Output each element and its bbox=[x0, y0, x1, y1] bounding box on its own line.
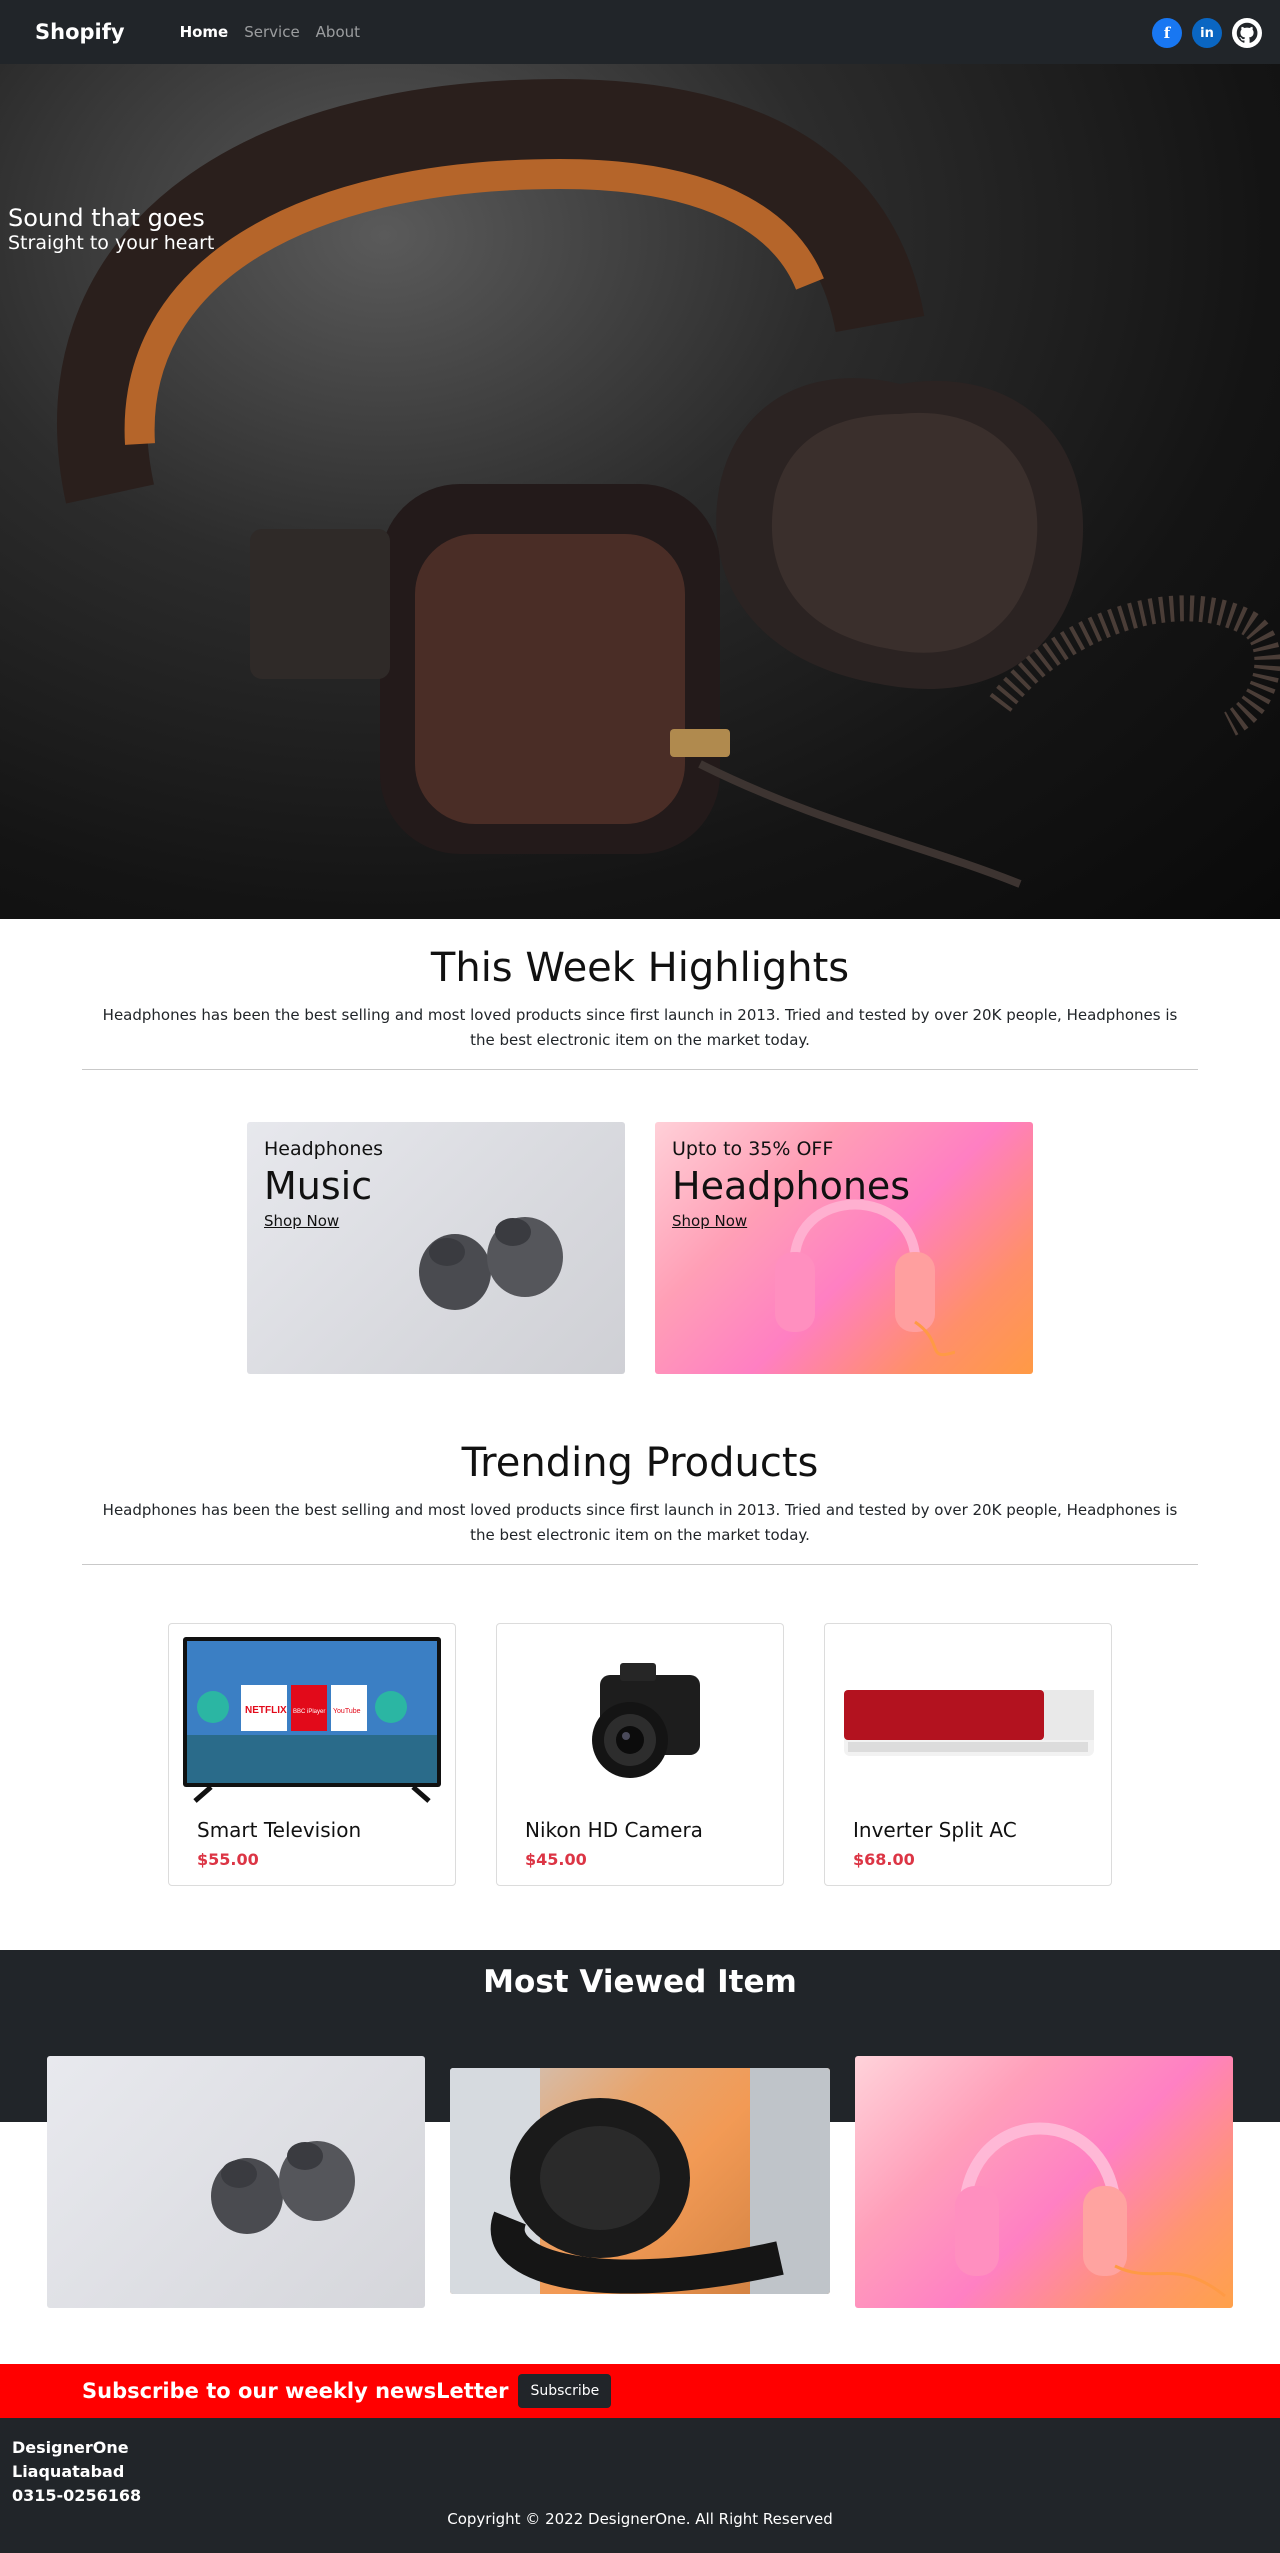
hero-banner: Sound that goes Straight to your heart bbox=[0, 64, 1280, 919]
trending-section: Trending Products Headphones has been th… bbox=[0, 1414, 1280, 1886]
tv-app-bbc: BBC iPlayer bbox=[293, 1709, 325, 1715]
github-icon[interactable] bbox=[1232, 18, 1262, 48]
social-links: f in bbox=[1152, 18, 1262, 48]
pink-headphones-image bbox=[955, 2122, 1226, 2298]
facebook-icon[interactable]: f bbox=[1152, 18, 1182, 48]
highlights-description: Headphones has been the best selling and… bbox=[102, 1006, 1178, 1049]
product-card[interactable]: Inverter Split AC $68.00 bbox=[824, 1623, 1112, 1886]
air-conditioner-image bbox=[837, 1636, 1099, 1804]
product-price: $45.00 bbox=[525, 1850, 587, 1869]
highlight-big-text: Headphones bbox=[672, 1164, 911, 1208]
linkedin-icon[interactable]: in bbox=[1192, 18, 1222, 48]
nav-link-service[interactable]: Service bbox=[244, 23, 299, 41]
hero-subtitle: Straight to your heart bbox=[8, 232, 215, 254]
nav-link-home[interactable]: Home bbox=[180, 23, 229, 41]
brand-logo[interactable]: Shopify bbox=[35, 20, 125, 44]
hero-text: Sound that goes Straight to your heart bbox=[8, 204, 214, 254]
shop-now-link[interactable]: Shop Now bbox=[264, 1212, 339, 1230]
product-price: $55.00 bbox=[197, 1850, 259, 1869]
trending-title: Trending Products bbox=[461, 1440, 819, 1486]
footer-company: DesignerOne bbox=[12, 2438, 129, 2457]
product-name: Nikon HD Camera bbox=[525, 1818, 703, 1842]
headphones-image bbox=[57, 78, 1280, 888]
shop-now-link[interactable]: Shop Now bbox=[672, 1212, 747, 1230]
nav-link-about[interactable]: About bbox=[316, 23, 360, 41]
highlight-big-text: Music bbox=[264, 1164, 373, 1208]
product-price: $68.00 bbox=[853, 1850, 915, 1869]
most-viewed-title: Most Viewed Item bbox=[483, 1964, 797, 2000]
product-card[interactable]: Nikon HD Camera $45.00 bbox=[496, 1623, 784, 1886]
subscribe-button[interactable]: Subscribe bbox=[518, 2374, 612, 2408]
highlight-small-text: Upto to 35% OFF bbox=[672, 1138, 834, 1160]
footer-city: Liaquatabad bbox=[12, 2462, 125, 2481]
footer-copyright: Copyright © 2022 DesignerOne. All Right … bbox=[447, 2510, 833, 2528]
most-viewed-section: Most Viewed Item bbox=[0, 1950, 1280, 2364]
camera-image bbox=[509, 1636, 771, 1804]
earbuds-image bbox=[211, 2141, 355, 2234]
most-viewed-item-earbuds[interactable] bbox=[47, 2056, 425, 2308]
footer: DesignerOne Liaquatabad 0315-0256168 Cop… bbox=[0, 2418, 1280, 2553]
highlight-card-music[interactable]: Headphones Music Shop Now bbox=[247, 1122, 625, 1374]
highlight-card-headphones[interactable]: Upto to 35% OFF Headphones Shop Now bbox=[655, 1122, 1033, 1374]
trending-description: Headphones has been the best selling and… bbox=[102, 1501, 1178, 1544]
tv-app-youtube: YouTube bbox=[333, 1708, 361, 1715]
tv-app-netflix: NETFLIX bbox=[245, 1705, 287, 1716]
navbar: Shopify Home Service About f in bbox=[0, 0, 1280, 64]
divider bbox=[82, 1564, 1198, 1565]
highlights-title: This Week Highlights bbox=[430, 945, 850, 991]
most-viewed-item-headphones[interactable] bbox=[450, 2068, 830, 2294]
divider bbox=[82, 1069, 1198, 1070]
footer-phone: 0315-0256168 bbox=[12, 2486, 142, 2505]
most-viewed-item-pink-headphones[interactable] bbox=[855, 2056, 1233, 2308]
newsletter-bar: Subscribe to our weekly newsLetter Subsc… bbox=[0, 2364, 1280, 2418]
product-name: Smart Television bbox=[197, 1818, 362, 1842]
product-name: Inverter Split AC bbox=[853, 1818, 1017, 1842]
newsletter-text: Subscribe to our weekly newsLetter bbox=[82, 2379, 509, 2403]
product-card[interactable]: NETFLIX BBC iPlayer YouTube Smart Televi… bbox=[168, 1623, 456, 1886]
footer-contact: DesignerOne Liaquatabad 0315-0256168 bbox=[12, 2436, 141, 2508]
earbuds-image bbox=[419, 1217, 563, 1310]
black-headphones-image bbox=[450, 2068, 830, 2294]
tv-image: NETFLIX BBC iPlayer YouTube bbox=[181, 1636, 443, 1804]
highlight-small-text: Headphones bbox=[264, 1138, 384, 1160]
highlights-section: This Week Highlights Headphones has been… bbox=[0, 919, 1280, 1374]
hero-title: Sound that goes bbox=[8, 204, 205, 232]
